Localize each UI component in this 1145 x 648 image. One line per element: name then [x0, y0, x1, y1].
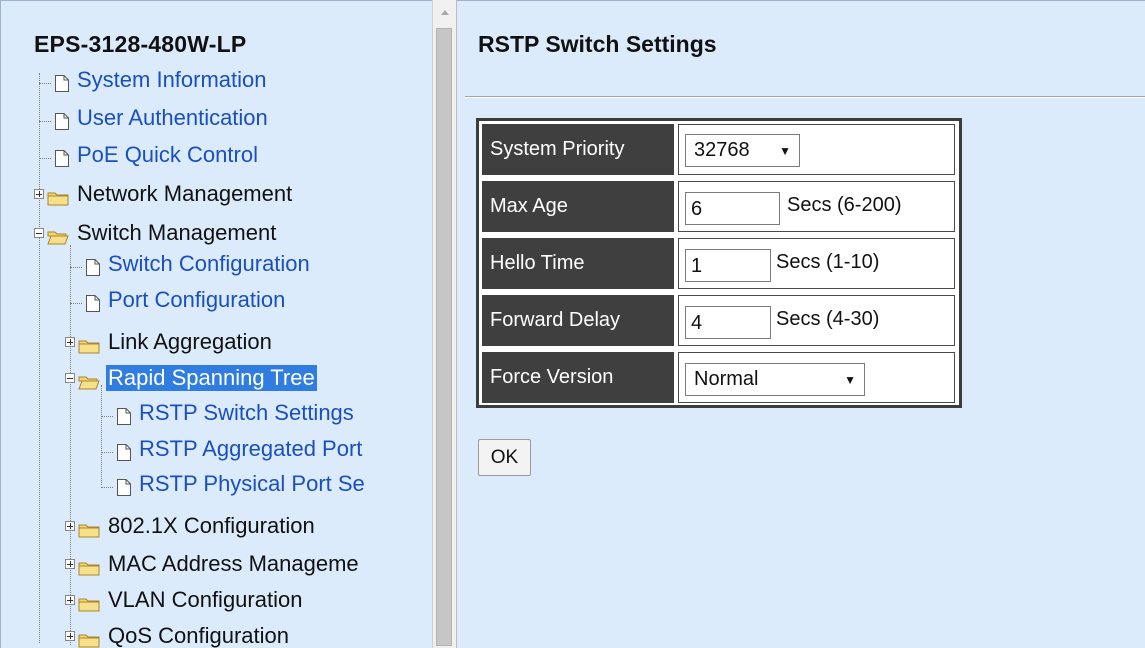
scroll-up-arrow-icon[interactable]: [433, 0, 456, 24]
tree-item-poe-quick-control[interactable]: PoE Quick Control: [39, 138, 258, 172]
folder-icon: [78, 592, 100, 612]
document-icon: [86, 256, 100, 276]
folder-open-icon: [78, 370, 100, 390]
folder-icon: [78, 334, 100, 354]
hello-time-cell: 1 Secs (1-10): [678, 238, 955, 289]
navigation-tree: EPS-3128-480W-LP System Information User…: [0, 0, 432, 648]
tree-item-label: RSTP Switch Settings: [139, 400, 354, 425]
settings-row-hello-time: Hello Time 1 Secs (1-10): [479, 235, 959, 292]
tree-item-label: System Information: [77, 67, 267, 92]
tree-item-label: Switch Management: [77, 220, 277, 245]
expand-icon[interactable]: [65, 521, 75, 531]
expand-icon[interactable]: [65, 595, 75, 605]
tree-item-qos-configuration[interactable]: QoS Configuration: [65, 619, 289, 648]
system-priority-label: System Priority: [482, 124, 674, 175]
tree-scrollbar[interactable]: [432, 0, 457, 648]
max-age-input[interactable]: 6: [685, 192, 780, 225]
forward-delay-cell: 4 Secs (4-30): [678, 295, 955, 346]
main-content: RSTP Switch Settings System Priority 327…: [457, 0, 1145, 648]
settings-row-forward-delay: Forward Delay 4 Secs (4-30): [479, 292, 959, 349]
document-icon: [55, 72, 69, 92]
tree-item-system-information[interactable]: System Information: [39, 63, 267, 97]
tree-item-mac-address-management[interactable]: MAC Address Manageme: [65, 547, 359, 581]
tree-item-label: Rapid Spanning Tree: [106, 365, 317, 391]
tree-item-label: Network Management: [77, 181, 293, 206]
forward-delay-input[interactable]: 4: [685, 306, 771, 339]
settings-row-max-age: Max Age 6 Secs (6-200): [479, 178, 959, 235]
tree-item-network-management[interactable]: Network Management: [34, 177, 292, 211]
tree-item-label: Port Configuration: [108, 287, 286, 312]
force-version-value: Normal: [694, 368, 759, 390]
tree-item-port-configuration[interactable]: Port Configuration: [70, 283, 285, 317]
hello-time-range-hint: Secs (1-10): [776, 251, 880, 273]
tree-item-label: 802.1X Configuration: [108, 513, 315, 538]
system-priority-cell: 32768 ▼: [678, 124, 955, 175]
page-title: RSTP Switch Settings: [478, 31, 717, 57]
forward-delay-label: Forward Delay: [482, 295, 674, 346]
tree-item-label: PoE Quick Control: [77, 142, 258, 167]
tree-connector: [39, 233, 40, 643]
tree-item-label: Link Aggregation: [108, 329, 272, 354]
forward-delay-range-hint: Secs (4-30): [776, 308, 880, 330]
tree-item-label: Switch Configuration: [108, 251, 310, 276]
collapse-icon[interactable]: [65, 373, 75, 383]
force-version-cell: Normal ▼: [678, 352, 955, 403]
hello-time-label: Hello Time: [482, 238, 674, 289]
expand-icon[interactable]: [65, 337, 75, 347]
tree-item-switch-management[interactable]: Switch Management: [34, 216, 276, 250]
max-age-cell: 6 Secs (6-200): [678, 181, 955, 232]
hello-time-input[interactable]: 1: [685, 249, 771, 282]
tree-item-rstp-physical-port-settings[interactable]: RSTP Physical Port Se: [101, 467, 365, 501]
tree-item-link-aggregation[interactable]: Link Aggregation: [65, 325, 272, 359]
tree-item-label: RSTP Aggregated Port: [139, 436, 363, 461]
document-icon: [86, 292, 100, 312]
scroll-thumb[interactable]: [436, 28, 452, 646]
rstp-settings-table: System Priority 32768 ▼ Max Age 6 Secs (…: [476, 118, 962, 408]
settings-row-force-version: Force Version Normal ▼: [479, 349, 959, 406]
folder-icon: [78, 628, 100, 648]
ok-button[interactable]: OK: [478, 439, 531, 476]
folder-open-icon: [47, 225, 69, 245]
force-version-select[interactable]: Normal ▼: [685, 363, 865, 396]
tree-item-label: User Authentication: [77, 105, 268, 130]
expand-icon[interactable]: [34, 189, 44, 199]
tree-item-label: VLAN Configuration: [108, 587, 303, 612]
tree-item-label: RSTP Physical Port Se: [139, 471, 365, 496]
tree-item-802-1x-configuration[interactable]: 802.1X Configuration: [65, 509, 315, 543]
tree-item-switch-configuration[interactable]: Switch Configuration: [70, 247, 310, 281]
system-priority-value: 32768: [694, 139, 750, 161]
tree-item-rstp-aggregated-port[interactable]: RSTP Aggregated Port: [101, 432, 362, 466]
settings-row-system-priority: System Priority 32768 ▼: [479, 121, 959, 178]
max-age-label: Max Age: [482, 181, 674, 232]
dropdown-arrow-icon: ▼: [844, 372, 856, 387]
tree-item-vlan-configuration[interactable]: VLAN Configuration: [65, 583, 302, 617]
expand-icon[interactable]: [65, 631, 75, 641]
folder-icon: [78, 556, 100, 576]
tree-item-label: MAC Address Manageme: [108, 551, 359, 576]
force-version-label: Force Version: [482, 352, 674, 403]
tree-item-label: QoS Configuration: [108, 623, 289, 648]
expand-icon[interactable]: [65, 559, 75, 569]
max-age-range-hint: Secs (6-200): [787, 194, 902, 216]
document-icon: [117, 441, 131, 461]
device-title: EPS-3128-480W-LP: [34, 31, 247, 57]
document-icon: [55, 110, 69, 130]
folder-icon: [47, 186, 69, 206]
title-divider: [465, 96, 1145, 98]
system-priority-select[interactable]: 32768 ▼: [685, 134, 800, 167]
document-icon: [117, 476, 131, 496]
collapse-icon[interactable]: [34, 228, 44, 238]
document-icon: [55, 147, 69, 167]
document-icon: [117, 405, 131, 425]
dropdown-arrow-icon: ▼: [779, 143, 791, 158]
tree-item-rapid-spanning-tree[interactable]: Rapid Spanning Tree: [65, 361, 317, 395]
folder-icon: [78, 518, 100, 538]
tree-item-user-authentication[interactable]: User Authentication: [39, 101, 268, 135]
tree-item-rstp-switch-settings[interactable]: RSTP Switch Settings: [101, 396, 354, 430]
